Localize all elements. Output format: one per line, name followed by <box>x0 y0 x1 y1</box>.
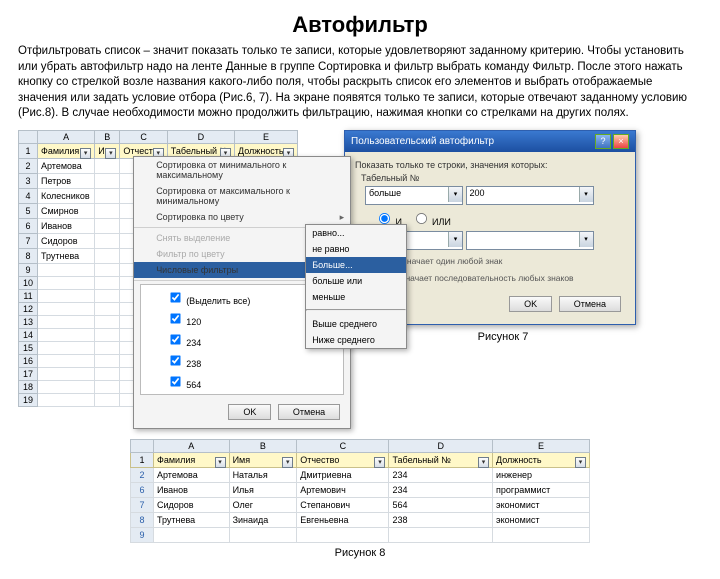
figure-6: ABCDE 1 Фамилия▾ Имя▾ Сортировка от мини… <box>18 130 298 435</box>
condition-2-value[interactable]: ▾ <box>466 231 594 250</box>
filter-arrow-icon[interactable]: ▾ <box>575 457 586 468</box>
condition-1-op[interactable]: больше▾ <box>365 186 463 205</box>
ok-button[interactable]: OK <box>509 296 552 312</box>
ok-button[interactable]: OK <box>228 404 271 420</box>
page-title: Автофильтр <box>18 12 702 38</box>
check-opt[interactable]: 238 <box>143 350 341 371</box>
cancel-button[interactable]: Отмена <box>278 404 340 420</box>
check-opt[interactable]: 564 <box>143 371 341 392</box>
chevron-down-icon: ▾ <box>448 187 462 202</box>
close-icon[interactable]: × <box>613 134 629 149</box>
header-row: 1 Фамилия▾ Имя▾ Отчество▾ Табельный №▾ Д… <box>131 452 590 467</box>
sort-asc[interactable]: Сортировка от минимального к максимально… <box>134 157 350 183</box>
header-row: 1 Фамилия▾ Имя▾ Сортировка от минимально… <box>19 143 298 158</box>
filter-arrow-icon[interactable]: ▾ <box>105 148 116 159</box>
chevron-down-icon: ▾ <box>579 232 593 247</box>
table-row: 6ИвановИльяАртемович234программист <box>131 482 590 497</box>
intro-paragraph: Отфильтровать список – значит показать т… <box>18 44 702 122</box>
sort-desc[interactable]: Сортировка от максимального к минимально… <box>134 183 350 209</box>
filter-arrow-icon[interactable]: ▾ <box>80 148 91 159</box>
field-label: Табельный № <box>361 173 625 183</box>
cancel-button[interactable]: Отмена <box>559 296 621 312</box>
table-row: 7СидоровОлегСтепанович564экономист <box>131 497 590 512</box>
help-icon[interactable]: ? <box>595 134 611 149</box>
filter-arrow-icon[interactable]: ▾ <box>282 457 293 468</box>
condition-1-value[interactable]: 200▾ <box>466 186 594 205</box>
col-header-row: ABCDE <box>131 439 590 452</box>
dialog-hint: Показать только те строки, значения кото… <box>355 160 625 170</box>
table-row: 8ТрутневаЗинаидаЕвгеньевна238экономист <box>131 512 590 527</box>
numeric-filters-submenu[interactable]: равно... не равно Больше... больше или м… <box>305 224 407 349</box>
dialog-title: Пользовательский автофильтр <box>351 136 494 147</box>
filter-arrow-icon[interactable]: ▾ <box>215 457 226 468</box>
col-header-row: ABCDE <box>19 130 298 143</box>
filter-arrow-icon[interactable]: ▾ <box>478 457 489 468</box>
figure-8-caption: Рисунок 8 <box>130 547 590 559</box>
table-row: 2АртемоваНатальяДмитриевна234инженер <box>131 467 590 482</box>
figure-8: ABCDE 1 Фамилия▾ Имя▾ Отчество▾ Табельны… <box>130 439 590 559</box>
or-radio[interactable]: ИЛИ <box>410 217 451 227</box>
chevron-down-icon: ▾ <box>448 232 462 247</box>
chevron-down-icon: ▾ <box>579 187 593 202</box>
sort-color[interactable]: Сортировка по цвету <box>134 209 350 225</box>
filter-arrow-icon[interactable]: ▾ <box>374 457 385 468</box>
